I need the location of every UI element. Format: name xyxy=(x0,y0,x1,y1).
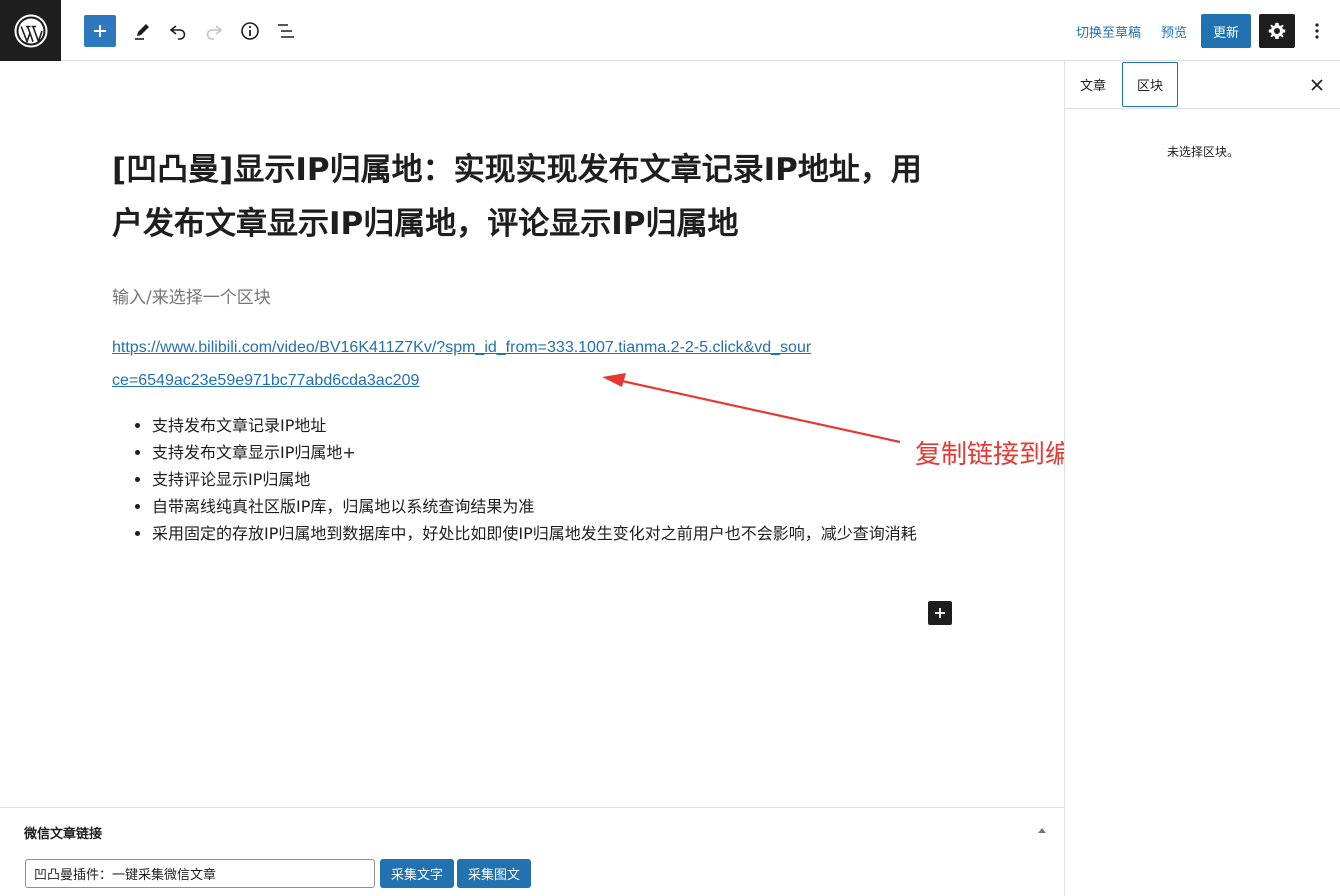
more-vertical-icon xyxy=(1315,23,1319,39)
plus-icon xyxy=(94,25,106,37)
annotation-text: 复制链接到编辑器里 xyxy=(915,440,1064,470)
inline-add-block-button[interactable] xyxy=(928,601,952,625)
wechat-url-input[interactable] xyxy=(25,859,375,888)
options-menu-button[interactable] xyxy=(1305,14,1329,48)
list-item: 自带离线纯真社区版IP库，归属地以系统查询结果为准 xyxy=(152,493,952,520)
list-item: 支持评论显示IP归属地 xyxy=(152,466,952,493)
no-block-selected-message: 未选择区块。 xyxy=(1166,145,1239,159)
collect-image-text-button[interactable]: 采集图文 xyxy=(457,859,531,888)
post-title[interactable]: [凹凸曼]显示IP归属地：实现实现发布文章记录IP地址，用户发布文章显示IP归属… xyxy=(112,143,952,251)
sidebar-tabs: 文章 区块 xyxy=(1065,61,1340,109)
pencil-icon xyxy=(134,23,149,40)
editor-toolbar: 切换至草稿 预览 更新 xyxy=(0,0,1340,61)
plus-icon xyxy=(935,608,945,618)
collect-text-button[interactable]: 采集文字 xyxy=(380,859,454,888)
close-icon xyxy=(1311,79,1323,91)
tab-block[interactable]: 区块 xyxy=(1122,62,1179,107)
gear-icon xyxy=(1268,22,1286,39)
redo-icon xyxy=(206,24,222,40)
annotation-arrow-icon xyxy=(602,373,901,444)
tab-post[interactable]: 文章 xyxy=(1066,61,1120,108)
redo-button[interactable] xyxy=(197,14,230,47)
list-view-icon xyxy=(277,23,294,38)
list-view-button[interactable] xyxy=(269,14,302,47)
info-icon xyxy=(240,21,259,40)
metabox-title: 微信文章链接 xyxy=(24,827,103,842)
undo-icon xyxy=(169,24,185,40)
settings-sidebar: 文章 区块 未选择区块。 xyxy=(1064,61,1340,896)
block-placeholder[interactable]: 输入/来选择一个区块 xyxy=(112,283,271,308)
undo-button[interactable] xyxy=(161,14,194,47)
tools-button[interactable] xyxy=(125,14,158,47)
caret-up-icon xyxy=(1038,828,1046,833)
add-block-button[interactable] xyxy=(84,15,116,47)
details-button[interactable] xyxy=(233,14,266,47)
settings-button[interactable] xyxy=(1259,14,1295,48)
metabox-toggle-button[interactable] xyxy=(1034,822,1050,838)
wechat-link-metabox: 微信文章链接 采集文字 采集图文 xyxy=(0,807,1064,896)
editor-canvas[interactable]: [凹凸曼]显示IP归属地：实现实现发布文章记录IP地址，用户发布文章显示IP归属… xyxy=(0,61,1064,807)
list-item: 采用固定的存放IP归属地到数据库中，好处比如即使IP归属地发生变化对之前用户也不… xyxy=(152,520,952,547)
wordpress-logo-icon[interactable] xyxy=(0,0,61,61)
update-button[interactable]: 更新 xyxy=(1201,14,1251,48)
switch-to-draft-link[interactable]: 切换至草稿 xyxy=(1076,22,1141,41)
preview-link[interactable]: 预览 xyxy=(1161,22,1187,41)
close-sidebar-button[interactable] xyxy=(1305,73,1329,97)
